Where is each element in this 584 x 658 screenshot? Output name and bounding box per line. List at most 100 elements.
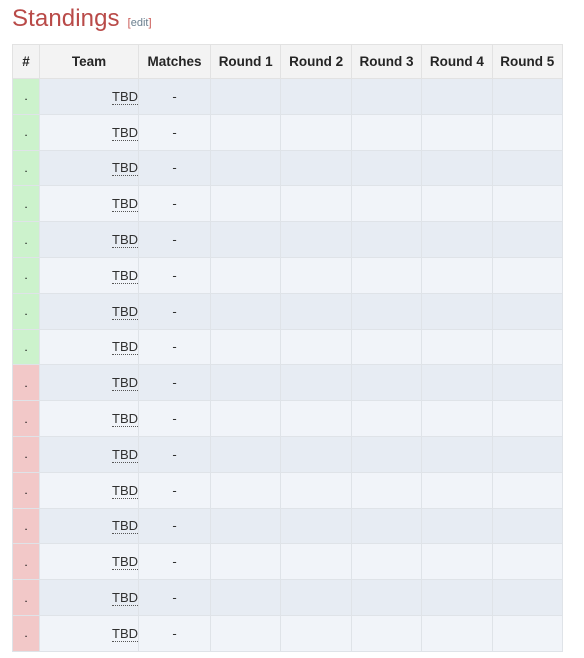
- column-header-round-3: Round 3: [350, 44, 423, 79]
- cell-rank: .: [12, 400, 40, 437]
- cell-round-2: [280, 113, 352, 151]
- cell-round-5: [491, 543, 563, 581]
- cell-team: TBD: [39, 328, 139, 366]
- cell-round-4: [421, 614, 493, 652]
- team-tbd-abbr[interactable]: TBD: [112, 124, 138, 141]
- cell-round-4: [421, 328, 493, 366]
- cell-round-1: [209, 221, 282, 258]
- cell-round-2: [280, 364, 352, 402]
- team-tbd-abbr[interactable]: TBD: [112, 232, 138, 249]
- cell-round-1: [209, 328, 282, 366]
- cell-round-3: [350, 221, 423, 258]
- cell-matches: -: [138, 471, 211, 509]
- table-row: . TBD -: [12, 435, 563, 473]
- cell-team: TBD: [39, 149, 139, 187]
- cell-round-3: [350, 579, 423, 616]
- cell-round-1: [209, 292, 282, 330]
- team-tbd-abbr[interactable]: TBD: [112, 339, 138, 356]
- team-tbd-abbr[interactable]: TBD: [112, 88, 138, 105]
- column-header-round-1: Round 1: [209, 44, 282, 79]
- cell-rank: .: [12, 78, 40, 115]
- team-tbd-abbr[interactable]: TBD: [112, 518, 138, 535]
- cell-round-3: [350, 113, 423, 151]
- column-header-round-4: Round 4: [421, 44, 493, 79]
- cell-team: TBD: [39, 185, 139, 223]
- cell-team: TBD: [39, 113, 139, 151]
- cell-round-2: [280, 400, 352, 437]
- cell-matches: -: [138, 78, 211, 115]
- table-row: . TBD -: [12, 543, 563, 581]
- cell-round-2: [280, 256, 352, 294]
- team-tbd-abbr[interactable]: TBD: [112, 625, 138, 642]
- cell-round-4: [421, 543, 493, 581]
- team-tbd-abbr[interactable]: TBD: [112, 375, 138, 392]
- cell-matches: -: [138, 256, 211, 294]
- team-tbd-abbr[interactable]: TBD: [112, 411, 138, 428]
- cell-matches: -: [138, 435, 211, 473]
- cell-rank: .: [12, 471, 40, 509]
- cell-round-1: [209, 471, 282, 509]
- team-tbd-abbr[interactable]: TBD: [112, 590, 138, 607]
- page-heading: Standings [edit]: [12, 4, 152, 34]
- cell-round-3: [350, 78, 423, 115]
- cell-round-3: [350, 543, 423, 581]
- table-header-row: # Team Matches Round 1 Round 2 Round 3 R…: [12, 44, 563, 79]
- cell-round-1: [209, 364, 282, 402]
- cell-round-1: [209, 579, 282, 616]
- cell-matches: -: [138, 185, 211, 223]
- team-tbd-abbr[interactable]: TBD: [112, 446, 138, 463]
- table-row: . TBD -: [12, 614, 563, 652]
- table-row: . TBD -: [12, 328, 563, 366]
- cell-round-2: [280, 221, 352, 258]
- cell-round-4: [421, 364, 493, 402]
- cell-round-2: [280, 78, 352, 115]
- edit-section-link[interactable]: [edit]: [128, 16, 152, 30]
- table-row: . TBD -: [12, 149, 563, 187]
- cell-round-4: [421, 507, 493, 545]
- cell-rank: .: [12, 149, 40, 187]
- cell-round-5: [491, 292, 563, 330]
- cell-rank: .: [12, 364, 40, 402]
- cell-round-5: [491, 471, 563, 509]
- cell-matches: -: [138, 149, 211, 187]
- cell-round-3: [350, 292, 423, 330]
- edit-link-label[interactable]: edit: [131, 17, 149, 29]
- cell-rank: .: [12, 292, 40, 330]
- cell-round-5: [491, 435, 563, 473]
- cell-round-4: [421, 185, 493, 223]
- cell-round-5: [491, 256, 563, 294]
- cell-round-1: [209, 614, 282, 652]
- table-row: . TBD -: [12, 364, 563, 402]
- cell-rank: .: [12, 221, 40, 258]
- cell-rank: .: [12, 113, 40, 151]
- cell-team: TBD: [39, 221, 139, 258]
- team-tbd-abbr[interactable]: TBD: [112, 554, 138, 571]
- cell-matches: -: [138, 614, 211, 652]
- team-tbd-abbr[interactable]: TBD: [112, 482, 138, 499]
- cell-team: TBD: [39, 507, 139, 545]
- cell-matches: -: [138, 400, 211, 437]
- cell-round-2: [280, 435, 352, 473]
- cell-round-4: [421, 78, 493, 115]
- cell-round-1: [209, 507, 282, 545]
- table-row: . TBD -: [12, 256, 563, 294]
- cell-round-4: [421, 435, 493, 473]
- cell-round-4: [421, 256, 493, 294]
- cell-round-1: [209, 400, 282, 437]
- cell-round-5: [491, 149, 563, 187]
- team-tbd-abbr[interactable]: TBD: [112, 160, 138, 177]
- cell-matches: -: [138, 292, 211, 330]
- cell-rank: .: [12, 256, 40, 294]
- cell-round-2: [280, 328, 352, 366]
- cell-round-1: [209, 543, 282, 581]
- cell-round-5: [491, 400, 563, 437]
- cell-round-4: [421, 471, 493, 509]
- standings-table: # Team Matches Round 1 Round 2 Round 3 R…: [12, 44, 563, 652]
- cell-round-2: [280, 185, 352, 223]
- column-header-matches: Matches: [138, 44, 211, 79]
- team-tbd-abbr[interactable]: TBD: [112, 267, 138, 284]
- cell-round-5: [491, 221, 563, 258]
- team-tbd-abbr[interactable]: TBD: [112, 303, 138, 320]
- cell-round-5: [491, 113, 563, 151]
- team-tbd-abbr[interactable]: TBD: [112, 196, 138, 213]
